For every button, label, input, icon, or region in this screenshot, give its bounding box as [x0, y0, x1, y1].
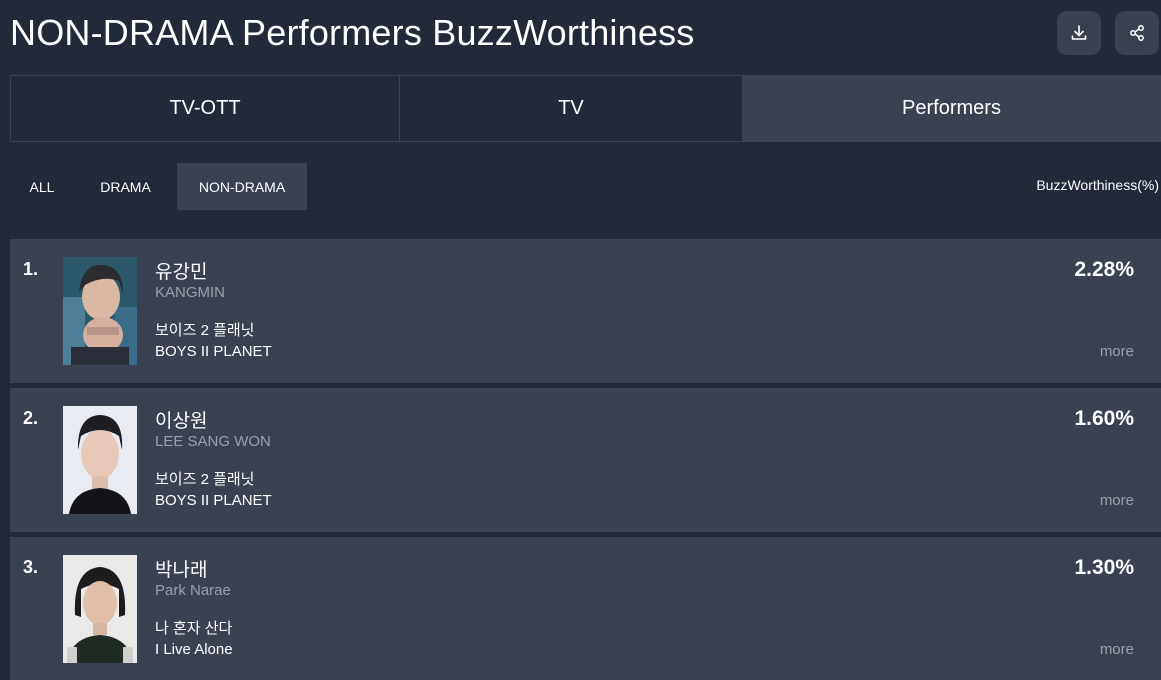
tab-tv-ott[interactable]: TV-OTT — [11, 76, 399, 141]
performer-row[interactable]: 1. 유강민 KANGMIN 보이즈 2 플래닛 BOYS II PLANET … — [10, 239, 1161, 383]
performer-photo[interactable] — [63, 257, 137, 365]
performer-photo[interactable] — [63, 555, 137, 663]
buzz-value: 1.60% — [1074, 407, 1134, 430]
performer-name-ko: 유강민 — [155, 262, 208, 283]
performer-name-en: KANGMIN — [155, 284, 226, 301]
more-link[interactable]: more — [1100, 343, 1134, 360]
sub-tabs: ALL DRAMA NON-DRAMA — [10, 163, 307, 210]
page: NON-DRAMA Performers BuzzWorthiness TV-O… — [0, 0, 1161, 680]
rank-number: 3. — [23, 557, 39, 577]
tab-performers[interactable]: Performers — [742, 76, 1160, 141]
subtab-drama[interactable]: DRAMA — [74, 163, 177, 210]
subtab-non-drama[interactable]: NON-DRAMA — [177, 163, 307, 210]
show-title-ko: 나 혼자 산다 — [155, 620, 233, 637]
subtab-all[interactable]: ALL — [10, 163, 74, 210]
buzz-value: 1.30% — [1074, 556, 1134, 579]
performer-list: 1. 유강민 KANGMIN 보이즈 2 플래닛 BOYS II PLANET … — [10, 239, 1161, 680]
share-button[interactable] — [1115, 11, 1159, 55]
share-icon — [1130, 25, 1144, 41]
more-link[interactable]: more — [1100, 641, 1134, 658]
show-title-en: BOYS II PLANET — [155, 343, 272, 360]
buzz-value: 2.28% — [1074, 258, 1134, 281]
download-icon — [1071, 25, 1087, 40]
performer-name-ko: 박나래 — [155, 560, 208, 581]
show-title-en: BOYS II PLANET — [155, 492, 272, 509]
performer-name-en: LEE SANG WON — [155, 433, 271, 450]
performer-row[interactable]: 3. 박나래 Park Narae 나 혼자 산다 I Live Alone 1… — [10, 537, 1161, 680]
performer-photo[interactable] — [63, 406, 137, 514]
download-button[interactable] — [1057, 11, 1101, 55]
show-title-ko: 보이즈 2 플래닛 — [155, 322, 255, 339]
show-title-en: I Live Alone — [155, 641, 233, 658]
metric-column-label: BuzzWorthiness(%) — [1036, 177, 1159, 193]
page-title: NON-DRAMA Performers BuzzWorthiness — [10, 12, 695, 53]
more-link[interactable]: more — [1100, 492, 1134, 509]
rank-number: 1. — [23, 259, 39, 279]
performer-name-en: Park Narae — [155, 582, 231, 599]
tab-tv[interactable]: TV — [399, 76, 742, 141]
performer-row[interactable]: 2. 이상원 LEE SANG WON 보이즈 2 플래닛 BOYS II PL… — [10, 388, 1161, 532]
main-tabs: TV-OTT TV Performers — [10, 75, 1161, 142]
rank-number: 2. — [23, 408, 39, 428]
show-title-ko: 보이즈 2 플래닛 — [155, 471, 255, 488]
performer-name-ko: 이상원 — [155, 411, 208, 432]
